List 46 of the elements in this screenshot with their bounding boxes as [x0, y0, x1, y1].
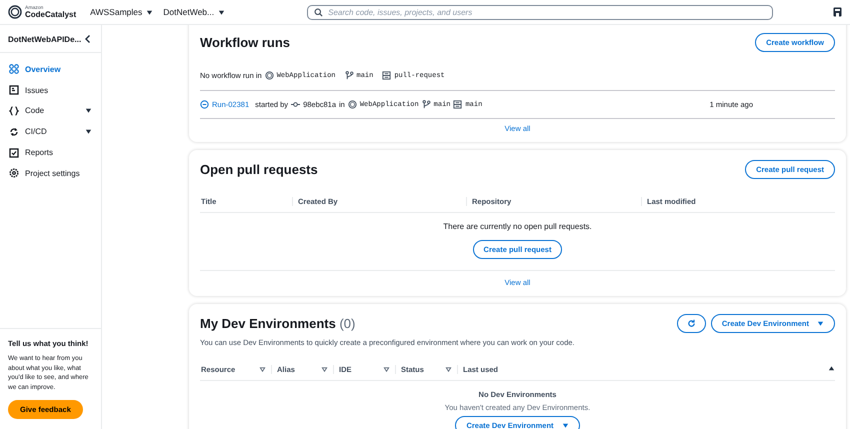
search-icon: [314, 8, 324, 16]
branch-icon: [344, 71, 354, 80]
caret-icon: [817, 320, 824, 327]
refresh-icon: [686, 319, 696, 328]
section-title: My Dev Environments (0): [200, 316, 356, 331]
logo-product-text: CodeCatalyst: [25, 10, 76, 18]
chevron-left-icon[interactable]: [83, 34, 93, 44]
workflow-icon: [453, 100, 462, 109]
braces-icon: [9, 106, 19, 116]
board-icon: [9, 85, 19, 96]
caret-icon: [562, 422, 569, 429]
caret-icon: [218, 8, 226, 16]
project-name: DotNetWebAPIDe...: [8, 34, 82, 44]
breadcrumb-dropdown[interactable]: DotNetWeb...: [163, 7, 226, 17]
nav-item[interactable]: CI/CD: [0, 121, 101, 142]
repository-icon: [348, 100, 357, 109]
expand-caret-icon: [85, 128, 92, 136]
breadcrumb-dropdown[interactable]: AWSSamples: [90, 7, 154, 17]
filter-caret-icon[interactable]: [383, 366, 390, 373]
branch-icon: [422, 100, 431, 109]
expand-caret-icon: [85, 107, 92, 114]
commit-icon: [291, 100, 300, 109]
nav-item[interactable]: Project settings: [0, 162, 101, 184]
workflow-icon: [382, 71, 392, 80]
nav-item[interactable]: Issues: [0, 80, 101, 101]
search-field[interactable]: Search code, issues, projects, and users: [328, 8, 766, 16]
empty-message: There are currently no open pull requests.: [443, 222, 592, 231]
refresh-button[interactable]: [676, 314, 706, 333]
repository-icon: [264, 71, 274, 80]
nav-item[interactable]: Code: [0, 100, 101, 122]
logo-icon: [8, 5, 22, 19]
report-icon: [9, 148, 19, 158]
section-title: Open pull requests: [200, 162, 318, 177]
section-title: Workflow runs: [200, 35, 290, 50]
filter-caret-icon[interactable]: [321, 366, 328, 373]
caret-icon: [146, 8, 154, 16]
filter-caret-icon[interactable]: [259, 366, 266, 373]
sort-caret-icon: [828, 365, 835, 372]
filter-caret-icon[interactable]: [445, 366, 452, 373]
nav-item[interactable]: Reports: [0, 142, 101, 163]
settings-icon: [9, 168, 19, 178]
run-status-icon: [200, 100, 209, 109]
cycle-arrows-icon: [9, 126, 19, 137]
grid-icon: [9, 64, 19, 74]
nav-item[interactable]: Overview: [0, 59, 101, 80]
search-bar[interactable]: Search code, issues, projects, and users: [307, 4, 774, 20]
